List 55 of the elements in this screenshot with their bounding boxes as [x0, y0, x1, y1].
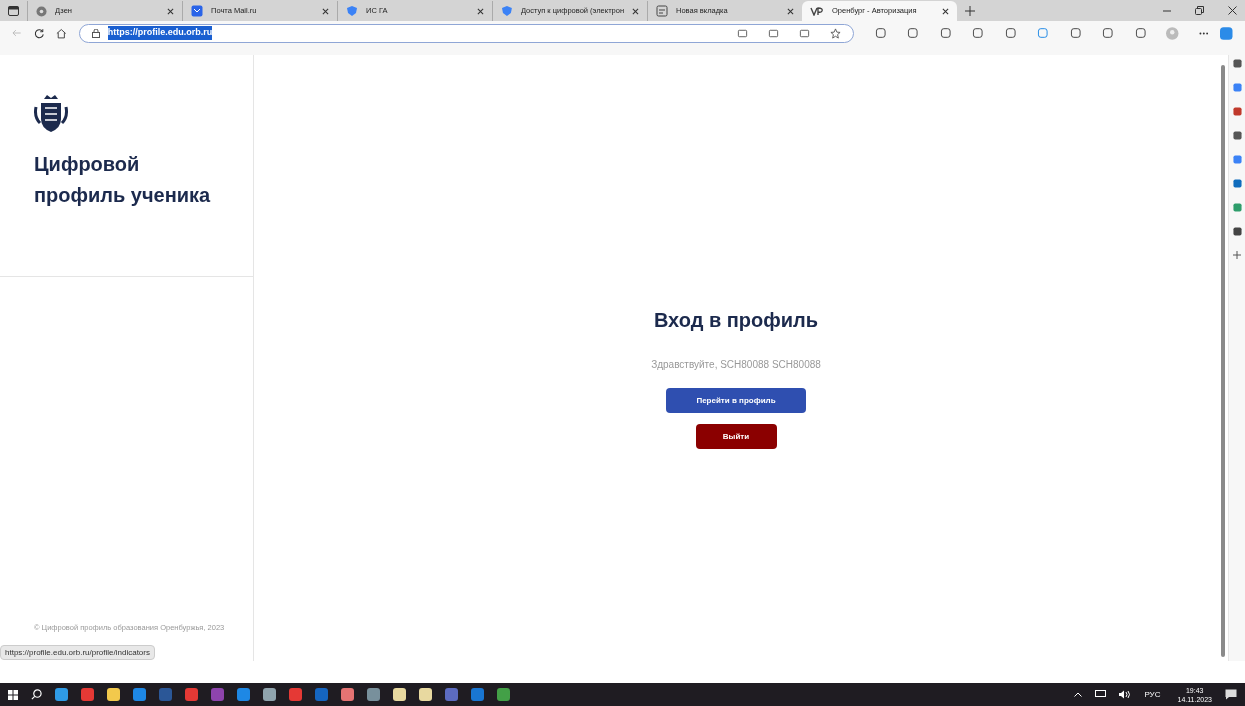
taskbar-app-icon[interactable] [289, 688, 302, 701]
tray-chevron-icon[interactable] [1074, 692, 1083, 697]
new-tab-icon[interactable] [965, 6, 975, 16]
close-icon[interactable] [1228, 6, 1237, 15]
add-icon[interactable] [1233, 251, 1241, 259]
refresh-icon[interactable] [33, 27, 45, 39]
go-to-profile-button[interactable]: Перейти в профиль [666, 388, 806, 413]
speaker-icon[interactable] [1119, 690, 1132, 699]
home-icon[interactable] [56, 27, 67, 39]
sidebar-app-icon[interactable] [1232, 59, 1242, 68]
taskbar-app-icon[interactable] [341, 688, 354, 701]
coat-of-arms-icon [34, 95, 68, 133]
taskbar-app-icon[interactable] [133, 688, 146, 701]
sidebar-app-icon[interactable] [1232, 179, 1242, 188]
lock-icon [91, 28, 100, 38]
sidebar-app-icon[interactable] [1232, 227, 1242, 236]
greeting-text: Здравствуйте, SCH80088 SCH80088 [651, 358, 821, 372]
taskbar-app-icon[interactable] [471, 688, 484, 701]
taskbar-app-icon[interactable] [497, 688, 510, 701]
app-title: Цифровой профиль ученика [34, 152, 212, 208]
taskbar-app-icon[interactable] [263, 688, 276, 701]
taskbar-app-icon[interactable] [419, 688, 432, 701]
address-bar[interactable]: https://profile.edu.orb.ru [78, 23, 854, 43]
page-icon [656, 5, 668, 17]
network-icon[interactable] [1095, 690, 1107, 699]
globe-icon [36, 5, 47, 17]
taskbar-app-icon[interactable] [81, 688, 94, 701]
close-icon[interactable] [787, 7, 794, 15]
close-icon[interactable] [167, 7, 174, 15]
taskbar-app-icon[interactable] [237, 688, 250, 701]
search-icon[interactable] [31, 689, 42, 700]
restore-icon[interactable] [1195, 6, 1204, 15]
url-text: https://profile.edu.orb.ru [107, 26, 213, 40]
taskbar-app-icon[interactable] [393, 688, 406, 701]
logout-button[interactable]: Выйти [695, 424, 777, 449]
windows-start-icon[interactable] [8, 689, 18, 700]
mail-icon [191, 5, 203, 17]
close-icon[interactable] [632, 7, 639, 15]
taskbar-app-icon[interactable] [185, 688, 198, 701]
star-icon[interactable] [829, 27, 841, 39]
taskbar-app-icon[interactable] [367, 688, 380, 701]
page-heading: Вход в профиль [653, 308, 819, 333]
taskbar-app-icon[interactable] [55, 688, 68, 701]
sidebar-app-icon[interactable] [1232, 107, 1242, 116]
close-icon[interactable] [322, 7, 329, 15]
close-icon[interactable] [942, 7, 949, 15]
sidebar-app-icon[interactable] [1232, 131, 1242, 140]
notifications-icon[interactable] [1225, 689, 1237, 700]
more-icon[interactable] [1198, 31, 1209, 35]
taskbar-app-icon[interactable] [107, 688, 120, 701]
close-icon[interactable] [477, 7, 484, 15]
language-indicator[interactable]: РУС [1144, 688, 1161, 701]
copilot-icon[interactable] [1220, 26, 1233, 40]
tab-actions-icon[interactable] [8, 6, 19, 16]
site-logo-icon [810, 6, 824, 16]
